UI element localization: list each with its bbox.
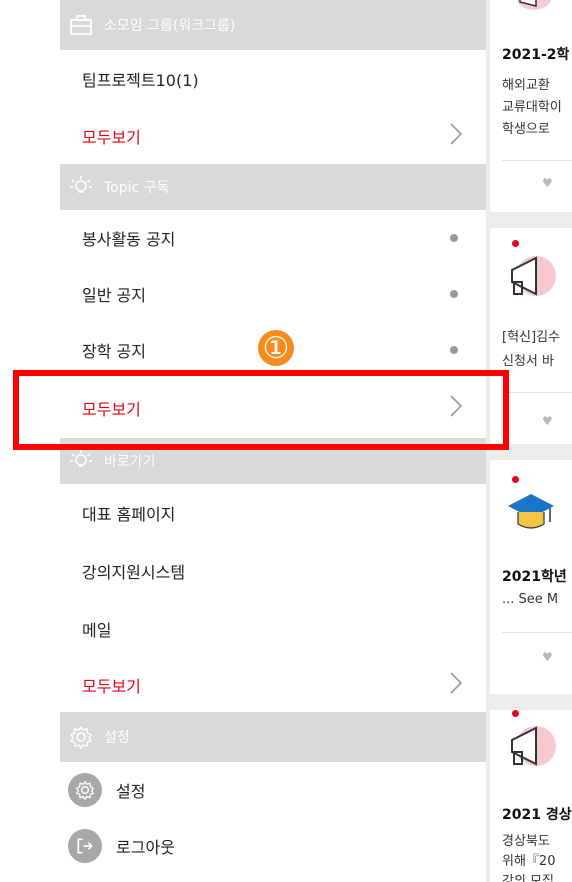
divider [502,632,572,633]
section-header-label: 바로가기 [104,454,156,470]
lightbulb-icon [68,174,94,200]
settings-item[interactable]: 설정 [60,762,486,818]
graduation-cap-icon [506,490,556,544]
view-all-label: 모두보기 [82,677,141,696]
shortcut-item-label: 강의지원시스템 [82,563,186,582]
card-title: 2021학년 [502,569,567,585]
section-header-topic: Topic 구독 [60,164,486,210]
feed-card-4[interactable]: 2021 경상 경상북도 위해『20 강의 모집 [490,710,572,882]
section-header-label: 소모임 그룹(워크그룹) [104,18,236,34]
megaphone-icon [506,252,556,304]
logout-item-label: 로그아웃 [116,838,175,857]
card-text: 경상북도 [502,834,550,849]
status-dot [450,346,458,354]
lightbulb-icon [68,448,94,474]
section-header-group: 소모임 그룹(워크그룹) [60,0,486,50]
briefcase-icon [68,12,94,38]
heart-icon[interactable]: ♥ [542,650,553,664]
unread-dot [512,240,519,247]
highlight-box [13,370,509,450]
topic-item-label: 장학 공지 [82,342,146,361]
group-item[interactable]: 팀프로젝트10(1) [60,50,486,107]
step-badge: ① [256,328,296,368]
card-text: 위해『20 [502,854,556,869]
feed-card-3[interactable]: 2021학년 ... See M ♥ [490,460,572,694]
heart-icon[interactable]: ♥ [542,176,553,190]
shortcut-item-label: 메일 [82,621,112,640]
divider [502,160,572,161]
feed-card-1[interactable]: 2021-2학 해외교환 교류대학이 학생으로 ♥ [490,0,572,212]
view-all-label: 모두보기 [82,127,141,147]
card-text: 강의 모집 [502,874,554,882]
topic-item-label: 일반 공지 [82,286,146,305]
shortcut-item-homepage[interactable]: 대표 홈페이지 [60,484,486,542]
settings-item-label: 설정 [116,782,146,801]
view-all-group-button[interactable]: 모두보기 [60,107,486,164]
card-text: 교류대학이 [502,100,562,115]
card-text: 학생으로 [502,122,550,137]
card-text: ... See M [502,592,559,607]
card-title: 2021-2학 [502,47,570,63]
section-header-label: 설정 [104,730,130,746]
gear-icon [68,724,94,750]
card-title: 2021 경상 [502,807,572,823]
shortcut-item-lms[interactable]: 강의지원시스템 [60,542,486,600]
card-text: [혁신]김수 [502,330,560,345]
section-header-settings: 설정 [60,712,486,762]
card-text: 신청서 바 [502,354,554,369]
topic-item-volunteer[interactable]: 봉사활동 공지 [60,210,486,266]
logout-item[interactable]: 로그아웃 [60,818,486,874]
megaphone-icon [506,722,556,774]
megaphone-icon [512,0,556,22]
unread-dot [512,710,519,717]
status-dot [450,234,458,242]
topic-item-label: 봉사활동 공지 [82,230,176,249]
status-dot [450,290,458,298]
section-header-label: Topic 구독 [104,180,170,196]
shortcut-item-mail[interactable]: 메일 [60,600,486,658]
card-text: 해외교환 [502,78,550,93]
heart-icon[interactable]: ♥ [542,414,553,428]
unread-dot [512,476,519,483]
shortcut-item-label: 대표 홈페이지 [82,505,176,524]
logout-icon [68,829,102,863]
view-all-shortcut-button[interactable]: 모두보기 [60,658,486,712]
topic-item-general[interactable]: 일반 공지 [60,266,486,322]
chevron-right-icon [450,122,463,149]
gear-icon [68,773,102,807]
divider [502,392,572,393]
group-item-label: 팀프로젝트10(1) [82,70,199,90]
chevron-right-icon [450,672,463,698]
